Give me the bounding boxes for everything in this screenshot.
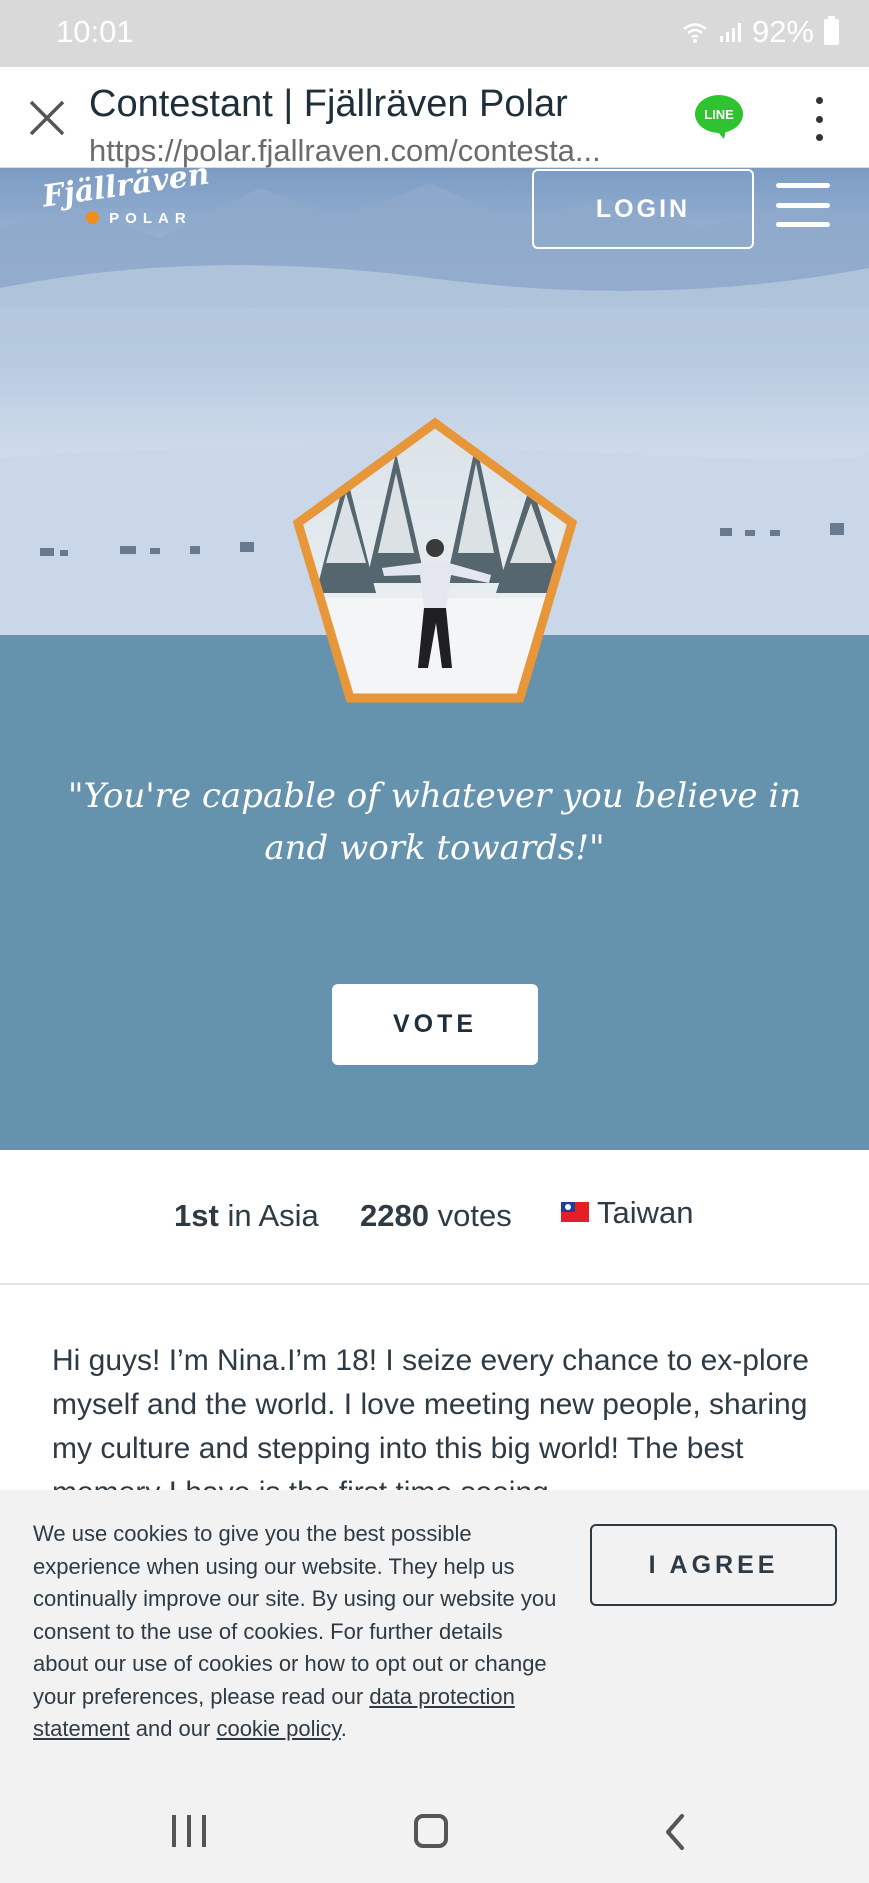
contestant-bio: Hi guys! I’m Nina.I’m 18! I seize every … (0, 1285, 869, 1490)
system-nav-bar (0, 1780, 869, 1883)
cookie-message: We use cookies to give you the best poss… (33, 1518, 563, 1746)
fjallraven-polar-logo[interactable]: Fjällräven POLAR (40, 156, 211, 230)
votes-label: votes (437, 1198, 512, 1233)
cookie-text-end: . (340, 1716, 347, 1741)
agree-button[interactable]: I AGREE (590, 1524, 837, 1606)
contestant-stats: 1st in Asia 2280 votes Taiwan (0, 1150, 869, 1285)
contestant-section (0, 635, 869, 1150)
country-stat: Taiwan (561, 1195, 694, 1231)
status-icons: 92% (682, 14, 839, 50)
line-label: LINE (704, 107, 734, 122)
logo-dot-icon (86, 211, 99, 224)
hamburger-menu-icon[interactable] (776, 183, 830, 227)
battery-level: 92% (751, 14, 814, 49)
cookie-text-intro: We use cookies to give you the best poss… (33, 1521, 557, 1709)
login-button[interactable]: LOGIN (532, 169, 754, 249)
rank-stat: 1st in Asia (174, 1198, 319, 1234)
signal-icon (719, 23, 741, 42)
votes-stat: 2280 votes (360, 1198, 512, 1234)
home-icon[interactable] (414, 1814, 448, 1848)
contestant-quote: "You're capable of whatever you believe … (67, 776, 802, 868)
battery-icon (824, 16, 839, 45)
back-icon[interactable] (660, 1812, 690, 1852)
cookie-text-mid: and our (129, 1716, 217, 1741)
more-options-icon[interactable] (806, 97, 832, 141)
page-title: Contestant | Fjällräven Polar (89, 83, 568, 125)
vote-button[interactable]: VOTE (332, 984, 538, 1065)
taiwan-flag-icon (561, 1202, 589, 1222)
browser-toolbar: Contestant | Fjällräven Polar https://po… (0, 67, 869, 168)
logo-polar: POLAR (86, 210, 192, 227)
close-icon[interactable] (26, 97, 68, 139)
rank-value: 1st (174, 1198, 219, 1233)
cookie-policy-link[interactable]: cookie policy (216, 1716, 340, 1741)
line-share-icon[interactable]: LINE (694, 94, 744, 140)
country-name: Taiwan (597, 1195, 694, 1230)
contestant-photo[interactable] (286, 413, 584, 711)
wifi-icon (683, 23, 707, 43)
rank-label: in Asia (227, 1198, 319, 1233)
status-time: 10:01 (56, 14, 134, 49)
cookie-banner: We use cookies to give you the best poss… (0, 1490, 869, 1780)
status-bar: 10:01 92% (0, 0, 869, 67)
votes-count: 2280 (360, 1198, 429, 1233)
bio-text: Hi guys! I’m Nina.I’m 18! I seize every … (52, 1344, 809, 1490)
recent-apps-icon[interactable] (172, 1815, 206, 1847)
